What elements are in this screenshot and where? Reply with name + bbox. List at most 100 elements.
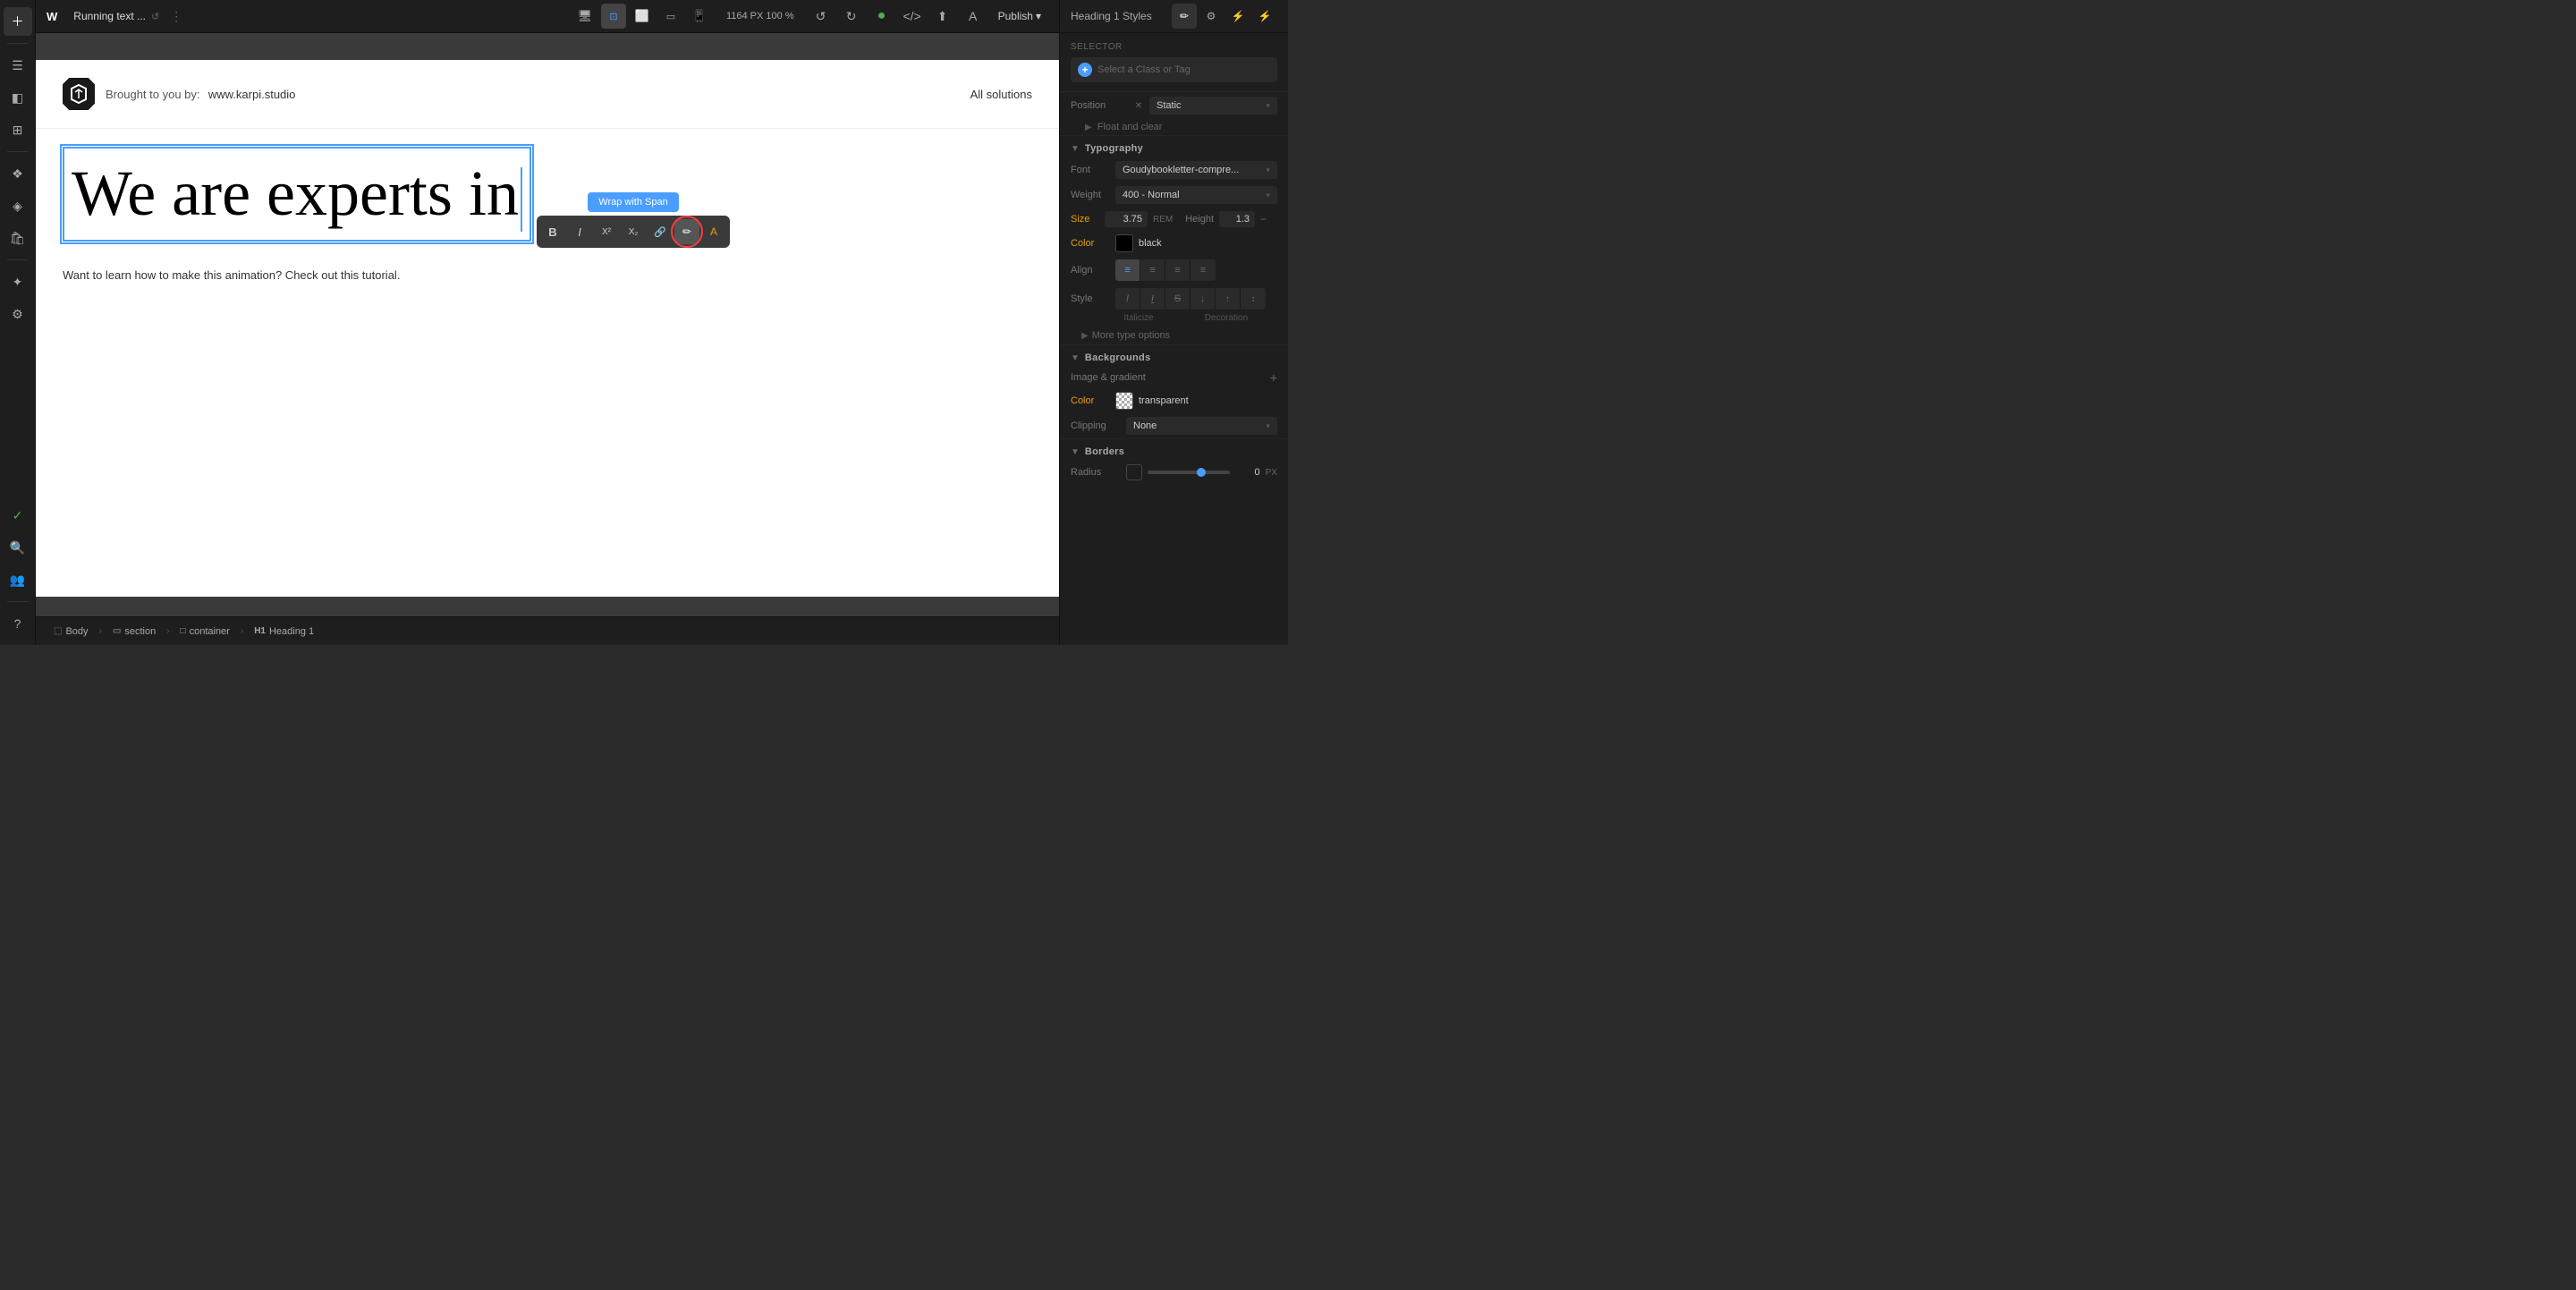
sidebar-icon-settings[interactable]: ⚙ <box>4 300 32 328</box>
wrap-span-btn[interactable]: Wrap with Span <box>588 192 678 212</box>
color-swatch[interactable] <box>1115 234 1133 252</box>
right-panel: Heading 1 Styles ✏ ⚙ ⚡ ⚡ Selector + Sele… <box>1059 0 1288 645</box>
sidebar-icon-pages[interactable]: ☰ <box>4 51 32 80</box>
clipping-label: Clipping <box>1071 420 1121 431</box>
position-clear-btn[interactable]: ✕ <box>1131 98 1146 113</box>
backgrounds-chevron-icon: ▼ <box>1071 353 1080 363</box>
height-decrease-btn[interactable]: − <box>1260 213 1267 225</box>
format-font-color[interactable]: A <box>701 219 726 244</box>
format-bold[interactable]: B <box>540 219 565 244</box>
clipping-dropdown[interactable]: None ▾ <box>1126 417 1277 435</box>
weight-dropdown[interactable]: 400 - Normal ▾ <box>1115 186 1277 204</box>
align-label: Align <box>1071 265 1110 276</box>
panel-interaction-btn[interactable]: ⚡ <box>1225 4 1250 29</box>
backgrounds-section-header[interactable]: ▼ Backgrounds <box>1060 345 1288 367</box>
sidebar-icon-users[interactable]: 👥 <box>4 565 32 594</box>
image-gradient-add-btn[interactable]: + <box>1270 370 1277 385</box>
height-label: Height <box>1185 214 1214 225</box>
panel-title: Heading 1 Styles <box>1071 10 1152 22</box>
panel-settings-btn[interactable]: ⚙ <box>1199 4 1224 29</box>
canvas-container[interactable]: Brought to you by: www.karpi.studio All … <box>36 33 1059 645</box>
breadcrumb-section[interactable]: ▭ section <box>106 624 163 639</box>
share-btn[interactable]: ⬆ <box>930 4 955 29</box>
page-edit-icon[interactable]: ↺ <box>151 11 159 22</box>
sidebar-icon-components[interactable]: ❖ <box>4 159 32 188</box>
radius-label: Radius <box>1071 467 1121 478</box>
accessibility-btn[interactable]: A <box>961 4 986 29</box>
sidebar-icon-check[interactable]: ✓ <box>4 501 32 530</box>
format-subscript[interactable]: X₂ <box>621 219 646 244</box>
sidebar-divider-3 <box>7 259 29 260</box>
device-tablet-small[interactable]: ▭ <box>658 4 683 29</box>
canvas-zoom: 100 <box>766 11 782 21</box>
topbar-menu-dots[interactable]: ⋮ <box>170 9 182 24</box>
radius-unit: PX <box>1266 468 1277 478</box>
redo-btn[interactable]: ↻ <box>839 4 864 29</box>
sidebar-icon-assets[interactable]: ⊞ <box>4 115 32 144</box>
bg-color-swatch[interactable] <box>1115 392 1133 410</box>
position-dropdown[interactable]: Static ▾ <box>1149 97 1277 115</box>
sidebar-divider-4 <box>7 601 29 602</box>
size-input[interactable]: 3.75 <box>1105 211 1148 227</box>
radius-value: 0 <box>1235 467 1260 478</box>
undo-btn[interactable]: ↺ <box>809 4 834 29</box>
page-name[interactable]: Running text ... <box>73 10 146 22</box>
device-mobile[interactable]: 📱 <box>687 4 712 29</box>
style-mid-btn[interactable]: ↕ <box>1241 288 1266 310</box>
selector-input[interactable]: + Select a Class or Tag <box>1071 57 1277 82</box>
more-type-options[interactable]: ▶ More type options <box>1060 327 1288 344</box>
main-area: W Running text ... ↺ ⋮ 🖥 ⊡ ⬜ ▭ 📱 1164 PX… <box>36 0 1059 645</box>
selector-placeholder: Select a Class or Tag <box>1097 64 1191 75</box>
align-center-btn[interactable]: ≡ <box>1140 259 1165 281</box>
format-style[interactable]: ✏ <box>674 219 699 244</box>
code-btn[interactable]: </> <box>900 4 925 29</box>
typography-section-header[interactable]: ▼ Typography <box>1060 136 1288 157</box>
selector-plus-icon[interactable]: + <box>1078 63 1092 77</box>
bg-color-row: Color transparent <box>1060 388 1288 413</box>
device-tablet[interactable]: ⬜ <box>630 4 655 29</box>
app-logo[interactable]: W <box>47 10 57 23</box>
style-strikethrough-btn[interactable]: S <box>1165 288 1191 310</box>
format-italic[interactable]: I <box>567 219 592 244</box>
size-label: Size <box>1071 214 1099 225</box>
style-sub-btn[interactable]: ↓ <box>1191 288 1216 310</box>
sidebar-icon-cms[interactable]: ✦ <box>4 267 32 296</box>
radius-slider[interactable] <box>1148 471 1230 474</box>
sidebar-icon-add[interactable]: ＋ <box>4 7 32 36</box>
body-text[interactable]: Want to learn how to make this animation… <box>36 268 1059 282</box>
sidebar-icon-shop[interactable]: 🛍 <box>4 224 32 252</box>
float-row[interactable]: ▶ Float and clear <box>1060 119 1288 135</box>
borders-section-header[interactable]: ▼ Borders <box>1060 439 1288 461</box>
height-input[interactable]: 1.3 <box>1219 211 1255 227</box>
align-right-btn[interactable]: ≡ <box>1165 259 1191 281</box>
align-left-btn[interactable]: ≡ <box>1115 259 1140 281</box>
style-sup-btn[interactable]: ↑ <box>1216 288 1241 310</box>
breadcrumb-body[interactable]: ⬚ Body <box>47 624 96 639</box>
device-responsive[interactable]: ⊡ <box>601 4 626 29</box>
sidebar-icon-layers[interactable]: ◧ <box>4 83 32 112</box>
heading-1[interactable]: We are experts in <box>63 147 531 242</box>
publish-button[interactable]: Publish ▾ <box>991 6 1048 26</box>
sidebar-icon-help[interactable]: ? <box>4 609 32 638</box>
sidebar-icon-search[interactable]: 🔍 <box>4 533 32 562</box>
sidebar-icon-symbols[interactable]: ◈ <box>4 191 32 220</box>
style-italic2-btn[interactable]: I <box>1140 288 1165 310</box>
canvas-size: 1164 PX 100 % <box>726 11 794 21</box>
align-justify-btn[interactable]: ≡ <box>1191 259 1216 281</box>
style-italic-btn[interactable]: I <box>1115 288 1140 310</box>
position-row: Position ✕ Static ▾ <box>1060 92 1288 119</box>
breadcrumb-heading1[interactable]: H1 Heading 1 <box>247 624 321 639</box>
weight-label: Weight <box>1071 190 1110 200</box>
panel-style-btn[interactable]: ✏ <box>1172 4 1197 29</box>
color-row: Color black <box>1060 231 1288 256</box>
font-dropdown[interactable]: Goudybookletter-compre... ▾ <box>1115 161 1277 179</box>
body-icon: ⬚ <box>54 626 62 636</box>
panel-custom-btn[interactable]: ⚡ <box>1252 4 1277 29</box>
format-link[interactable]: 🔗 <box>648 219 673 244</box>
format-superscript[interactable]: X² <box>594 219 619 244</box>
status-btn[interactable]: ● <box>869 4 894 29</box>
radius-icon[interactable] <box>1126 464 1142 480</box>
selector-label: Selector <box>1071 42 1277 52</box>
device-desktop[interactable]: 🖥 <box>572 4 597 29</box>
breadcrumb-container[interactable]: □ container <box>174 624 237 639</box>
